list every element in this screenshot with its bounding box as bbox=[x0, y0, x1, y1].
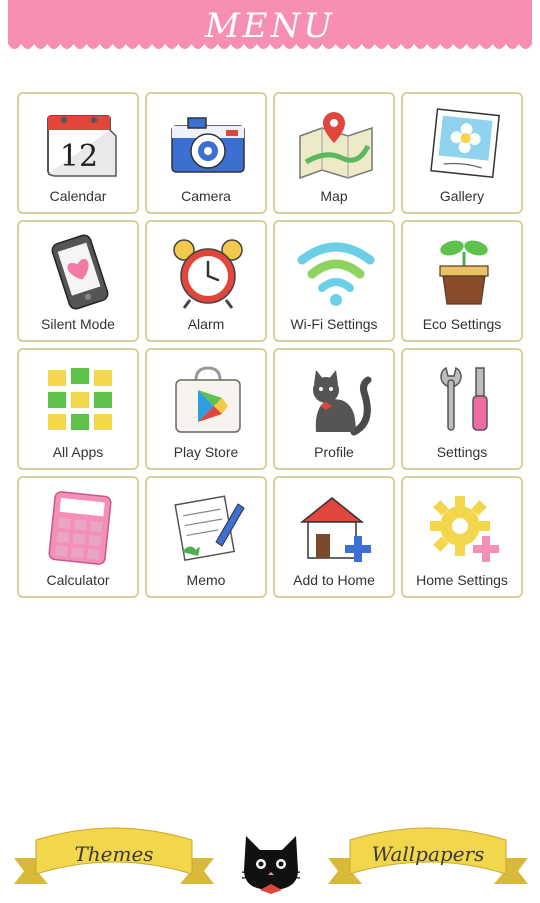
phone-heart-icon bbox=[40, 234, 120, 310]
play-store-icon bbox=[168, 362, 248, 438]
app-tile-alarm[interactable]: Alarm bbox=[145, 220, 267, 342]
wallpapers-label: Wallpapers bbox=[371, 842, 485, 866]
apps-grid-icon bbox=[40, 362, 120, 438]
app-tile-profile[interactable]: Profile bbox=[273, 348, 395, 470]
app-tile-camera[interactable]: Camera bbox=[145, 92, 267, 214]
gallery-icon bbox=[424, 106, 504, 182]
calculator-icon bbox=[40, 490, 120, 566]
map-icon bbox=[296, 106, 376, 182]
svg-text:12: 12 bbox=[60, 139, 98, 174]
app-label: Calculator bbox=[46, 572, 110, 588]
app-label: Calendar bbox=[49, 188, 107, 204]
wifi-icon bbox=[296, 234, 376, 310]
app-label: All Apps bbox=[52, 444, 104, 460]
app-label: Memo bbox=[186, 572, 226, 588]
cat-profile-icon bbox=[296, 362, 376, 438]
app-label: Eco Settings bbox=[422, 316, 502, 332]
alarm-clock-icon bbox=[168, 234, 248, 310]
app-tile-play-store[interactable]: Play Store bbox=[145, 348, 267, 470]
app-tile-silent-mode[interactable]: Silent Mode bbox=[17, 220, 139, 342]
calendar-icon: 12 bbox=[40, 106, 120, 182]
app-label: Map bbox=[320, 188, 348, 204]
camera-icon bbox=[168, 106, 248, 182]
app-label: Add to Home bbox=[293, 572, 375, 588]
app-label: Profile bbox=[314, 444, 354, 460]
app-tile-add-to-home[interactable]: Add to Home bbox=[273, 476, 395, 598]
header-banner: MENU bbox=[8, 0, 532, 60]
page-title: MENU bbox=[204, 6, 336, 46]
wallpapers-button[interactable]: Wallpapers bbox=[328, 818, 528, 898]
app-label: Play Store bbox=[173, 444, 239, 460]
app-tile-home-settings[interactable]: Home Settings bbox=[401, 476, 523, 598]
app-label: Camera bbox=[181, 188, 231, 204]
black-cat-icon bbox=[240, 832, 302, 896]
themes-button[interactable]: Themes bbox=[14, 818, 214, 898]
sprout-pot-icon bbox=[424, 234, 504, 310]
app-tile-wifi-settings[interactable]: Wi-Fi Settings bbox=[273, 220, 395, 342]
app-label: Home Settings bbox=[416, 572, 508, 588]
app-grid: 12 Calendar Camera Map Gallery Silent Mo… bbox=[17, 92, 523, 598]
gear-plus-icon bbox=[424, 490, 504, 566]
app-label: Silent Mode bbox=[41, 316, 115, 332]
app-label: Alarm bbox=[187, 316, 225, 332]
app-label: Settings bbox=[436, 444, 488, 460]
app-tile-calculator[interactable]: Calculator bbox=[17, 476, 139, 598]
app-tile-settings[interactable]: Settings bbox=[401, 348, 523, 470]
app-tile-map[interactable]: Map bbox=[273, 92, 395, 214]
app-tile-gallery[interactable]: Gallery bbox=[401, 92, 523, 214]
tools-icon bbox=[424, 362, 504, 438]
app-label: Gallery bbox=[439, 188, 485, 204]
themes-label: Themes bbox=[74, 842, 154, 866]
app-tile-all-apps[interactable]: All Apps bbox=[17, 348, 139, 470]
app-tile-eco-settings[interactable]: Eco Settings bbox=[401, 220, 523, 342]
house-plus-icon bbox=[296, 490, 376, 566]
memo-icon bbox=[168, 490, 248, 566]
app-label: Wi-Fi Settings bbox=[290, 316, 378, 332]
app-tile-memo[interactable]: Memo bbox=[145, 476, 267, 598]
app-tile-calendar[interactable]: 12 Calendar bbox=[17, 92, 139, 214]
